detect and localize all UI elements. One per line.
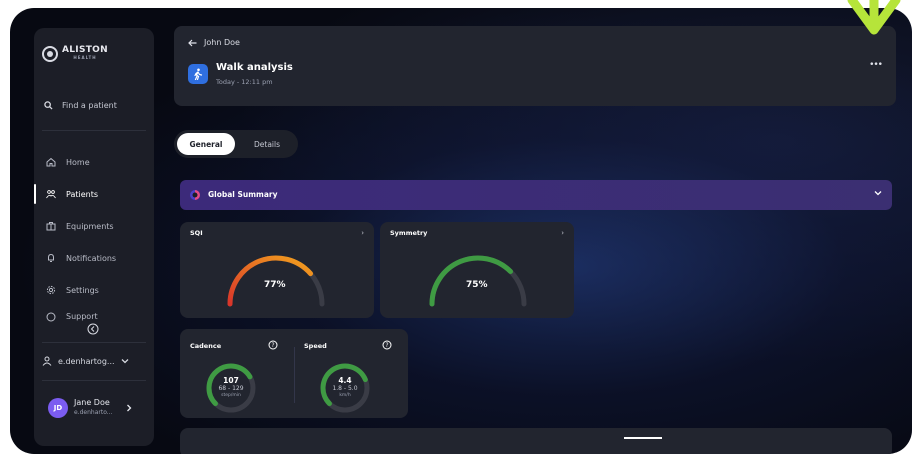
sidebar-nav: Home Patients Equipments Notifications S… [34, 146, 154, 328]
help-icon[interactable]: ? [382, 340, 392, 350]
metric-title: Cadence [190, 342, 222, 350]
cadence-unit: step/min [221, 393, 241, 398]
chevron-right-icon: › [361, 229, 364, 237]
user-profile[interactable]: JD Jane Doe e.denharto... [48, 398, 133, 418]
help-icon [46, 312, 56, 322]
global-summary-accordion[interactable]: Global Summary [180, 180, 892, 210]
sidebar-item-label: Support [66, 312, 98, 321]
chevron-right-icon [126, 404, 131, 412]
card-title: SQI [190, 229, 203, 237]
search-icon [44, 101, 53, 110]
sidebar-item-notifications[interactable]: Notifications [34, 242, 154, 274]
tab-general[interactable]: General [177, 133, 235, 155]
page-subtitle: Today - 12:11 pm [216, 78, 273, 86]
arrow-left-icon [188, 39, 197, 46]
tab-bar: General Details [174, 130, 298, 158]
speed-unit: km/h [339, 393, 351, 398]
scroll-indicator [624, 437, 662, 439]
search-label: Find a patient [62, 101, 117, 110]
logo-icon [42, 46, 58, 62]
speed-range: 1.8 - 5.0 [332, 385, 358, 392]
svg-text:?: ? [385, 342, 388, 349]
collapse-sidebar-icon[interactable] [86, 322, 100, 336]
card-title: Symmetry [390, 229, 428, 237]
sidebar-item-settings[interactable]: Settings [34, 274, 154, 306]
metric-title: Speed [304, 342, 327, 350]
page-title: Walk analysis [216, 62, 293, 73]
patient-name: John Doe [204, 38, 240, 47]
tab-details[interactable]: Details [238, 133, 296, 155]
divider [42, 380, 146, 381]
summary-label: Global Summary [208, 190, 278, 199]
speed-metric[interactable]: Speed ? 4.4 1.8 - 5.0 km/h [294, 329, 408, 418]
gear-icon [46, 285, 56, 295]
symmetry-card[interactable]: Symmetry › 75% [380, 222, 574, 318]
metrics-card: Cadence ? 107 68 - 129 step/min Speed ? [180, 329, 408, 418]
account-selector[interactable]: e.denhartog... [42, 356, 129, 366]
user-icon [42, 356, 52, 366]
back-button[interactable]: John Doe [188, 38, 240, 47]
page-header: John Doe Walk analysis Today - 12:11 pm … [174, 26, 896, 106]
patients-icon [46, 189, 56, 199]
user-email: e.denharto... [74, 409, 113, 416]
symmetry-value: 75% [466, 280, 488, 290]
app-screen: ALISTON HEALTH Find a patient Home Patie… [10, 8, 912, 454]
sidebar-item-patients[interactable]: Patients [34, 178, 154, 210]
home-icon [46, 157, 56, 167]
bell-icon [46, 253, 56, 263]
sidebar-item-equipments[interactable]: Equipments [34, 210, 154, 242]
chevron-down-icon [121, 359, 129, 364]
sqi-gauge [227, 255, 325, 307]
speed-value: 4.4 [338, 376, 352, 385]
symmetry-gauge [429, 255, 527, 307]
cadence-value: 107 [223, 376, 239, 385]
help-icon[interactable]: ? [268, 340, 278, 350]
sqi-card[interactable]: SQI › 77% [180, 222, 374, 318]
summary-icon [190, 190, 200, 200]
brand-logo: ALISTON HEALTH [42, 46, 108, 62]
sidebar-item-home[interactable]: Home [34, 146, 154, 178]
sidebar-item-label: Patients [66, 189, 99, 199]
more-options-button[interactable]: ••• [869, 60, 883, 70]
divider [42, 130, 146, 131]
avatar: JD [48, 398, 68, 418]
svg-text:?: ? [271, 342, 274, 349]
patient-search[interactable]: Find a patient [44, 101, 117, 110]
next-section-card [180, 428, 892, 454]
brand-tagline: HEALTH [73, 55, 97, 60]
sidebar-item-label: Notifications [66, 253, 117, 263]
sidebar-item-label: Equipments [66, 221, 114, 231]
arrow-down-icon [847, 0, 901, 35]
walk-icon [188, 64, 208, 84]
sqi-value: 77% [264, 280, 286, 290]
chevron-right-icon: › [561, 229, 564, 237]
user-name: Jane Doe [74, 398, 110, 407]
cadence-metric[interactable]: Cadence ? 107 68 - 129 step/min [180, 329, 294, 418]
equipment-icon [46, 221, 56, 231]
sidebar-item-label: Home [66, 157, 90, 167]
cadence-range: 68 - 129 [218, 385, 244, 392]
sidebar: ALISTON HEALTH Find a patient Home Patie… [34, 28, 154, 446]
account-name: e.denhartog... [58, 356, 115, 366]
sidebar-item-label: Settings [66, 285, 99, 295]
chevron-down-icon [874, 191, 882, 196]
divider [42, 342, 146, 343]
